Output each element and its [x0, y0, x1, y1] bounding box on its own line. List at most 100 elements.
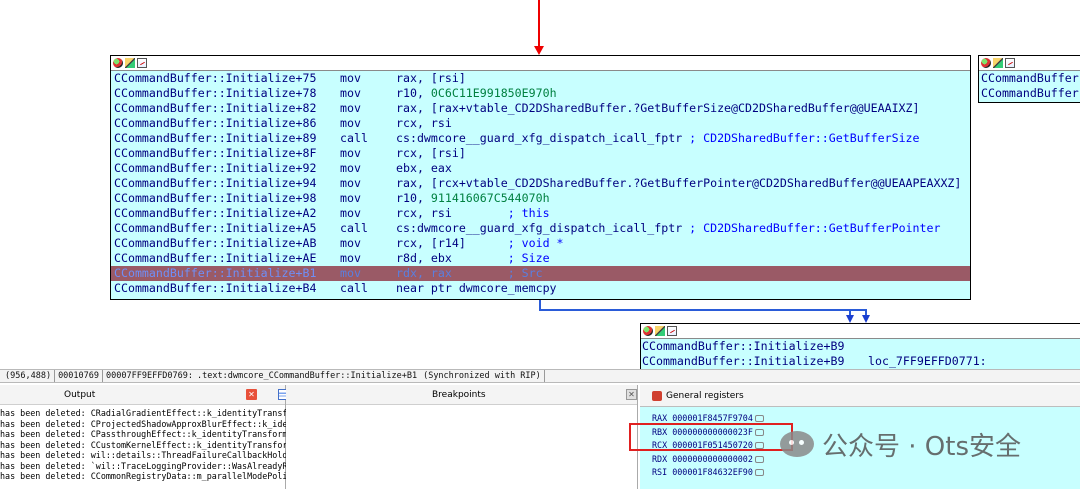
operand-text: rcx, [rsi]: [396, 146, 466, 160]
instruction-operands: r10, 0C6C11E991850E970h: [396, 86, 557, 101]
instruction-row[interactable]: CCommandBuffer::Initialize+A5 call cs:dwmc…: [111, 221, 970, 236]
instruction-address: CCommandBuffer::Initialize+98: [114, 191, 317, 205]
graph-overview-icon[interactable]: [137, 58, 147, 68]
instruction-address: CCommandBuffer::Initialize+94: [114, 176, 317, 190]
instruction-operands: rcx, [rsi]: [396, 146, 466, 161]
flow-arrow-blue-head: [862, 315, 870, 323]
flow-arrow-red-head: [534, 46, 544, 55]
instruction-row[interactable]: CCommandBuffer::Initialize+B4 call near pt…: [111, 281, 970, 296]
color-icon[interactable]: [113, 58, 123, 68]
instruction-row[interactable]: CCommandBuffer::Initialize+78 mov r10, 0C6…: [111, 86, 970, 101]
instruction-row[interactable]: CCommandBuffer::Initialize+75 mov rax, [rs…: [111, 71, 970, 86]
output-panel[interactable]: Output ✕ has been deleted: CRadialGradie…: [0, 385, 504, 489]
operand-text: r8d, ebx: [396, 251, 508, 265]
block-header: [979, 56, 1080, 71]
instruction-address: CCommandBuffer::Initialize+B1: [114, 266, 317, 280]
rename-icon[interactable]: [125, 58, 135, 68]
output-line: has been deleted: CCustomKernelEffect::k…: [0, 439, 293, 450]
output-line: has been deleted: CRadialGradientEffect:…: [0, 408, 303, 418]
breakpoints-panel-header: Breakpoints ✕: [286, 385, 637, 405]
instruction-mnemonic: call: [340, 221, 368, 235]
instruction-address: CCommandBuffer::Initialize+AE: [114, 251, 317, 265]
operand-text: near ptr dwmcore_memcpy: [396, 281, 557, 295]
code-block-lower[interactable]: CCommandBuffer::Initialize+B9 CCommandBu…: [640, 323, 1080, 369]
instruction-row[interactable]: CCommandBuffer::Initialize+82 mov rax, [ra…: [111, 101, 970, 116]
operand-text: cs:dwmcore__guard_xfg_dispatch_icall_fpt…: [396, 131, 690, 145]
graph-view[interactable]: CCommandBuffer::Initialize+75 mov rax, [rs…: [0, 0, 1080, 369]
register-value[interactable]: 0000000000000002: [672, 454, 753, 464]
instruction-mnemonic: mov: [340, 236, 361, 250]
registers-title: General registers: [666, 391, 744, 401]
operand-text: rax, [rcx+vtable_CD2DSharedBuffer.?GetBu…: [396, 176, 962, 190]
instruction-row[interactable]: CCommandBuffer::Initialize+8F mov rcx, [rs…: [111, 146, 970, 161]
instruction-row[interactable]: CCommandBuffer::Initialize+B9 loc_7FF9EF…: [641, 354, 1080, 369]
operand-text: cs:dwmcore__guard_xfg_dispatch_icall_fpt…: [396, 221, 690, 235]
instruction-row[interactable]: CCommandBuffer::Initialize+AE mov r8d, ebx…: [111, 251, 970, 266]
instruction-operands: rcx, rsi ; this: [396, 206, 550, 221]
operand-text: rcx, rsi: [396, 116, 452, 130]
instruction-operands: ebx, eax: [396, 161, 452, 176]
code-block-right[interactable]: CCommandBuffer CCommandBuffer: [978, 55, 1080, 103]
instruction-address: CCommandBuffer::Initialize+AB: [114, 236, 317, 250]
register-value[interactable]: 000001F8457F9704: [672, 413, 753, 423]
close-icon[interactable]: ✕: [626, 389, 637, 400]
instruction-operands: near ptr dwmcore_memcpy: [396, 281, 557, 296]
instruction-comment: ; this: [507, 206, 550, 220]
instruction-row[interactable]: CCommandBuffer::Initialize+B9: [641, 339, 1080, 354]
instruction-row[interactable]: CCommandBuffer: [979, 71, 1080, 86]
breakpoints-title: Breakpoints: [432, 390, 486, 400]
graph-overview-icon[interactable]: [1005, 58, 1015, 68]
operand-text: rcx, [r14]: [396, 236, 508, 250]
instruction-row[interactable]: CCommandBuffer::Initialize+A2 mov rcx, rsi…: [111, 206, 970, 221]
instruction-row[interactable]: CCommandBuffer::Initialize+86 mov rcx, rsi: [111, 116, 970, 131]
status-location: .text:dwmcore_CCommandBuffer::Initialize…: [197, 371, 418, 381]
instruction-address: CCommandBuffer::Initialize+82: [114, 101, 317, 115]
jump-to-address-icon[interactable]: [754, 415, 764, 422]
operand-text: ebx, eax: [396, 161, 452, 175]
rename-icon[interactable]: [993, 58, 1003, 68]
instruction-operands: rax, [rsi]: [396, 71, 466, 86]
status-bar: (956,488) 00010769 00007FF9EFFD0769: .text:…: [0, 369, 1080, 383]
operand-text: rax, [rax+vtable_CD2DSharedBuffer.?GetBu…: [396, 101, 920, 115]
status-offset: 00010769: [55, 370, 104, 382]
operand-text: rax, [rsi]: [396, 71, 466, 85]
watermark: 公众号 · Ots安全: [780, 428, 1021, 462]
output-panel-header: Output ✕: [0, 385, 290, 405]
output-line: has been deleted: wil::details::ThreadFa…: [0, 450, 374, 460]
jump-to-address-icon[interactable]: [754, 469, 764, 476]
block-header: [111, 56, 970, 71]
instruction-row[interactable]: CCommandBuffer::Initialize+89 call cs:dwmc…: [111, 131, 970, 146]
register-name: RDX: [652, 453, 668, 464]
instruction-address: CCommandBuffer::Initialize+92: [114, 161, 317, 175]
wechat-logo-icon: [780, 431, 814, 457]
graph-overview-icon[interactable]: [667, 326, 677, 336]
register-row[interactable]: RSI 000001F84632EF90: [640, 466, 1080, 480]
instruction-operands: cs:dwmcore__guard_xfg_dispatch_icall_fpt…: [396, 221, 940, 236]
status-address: 00007FF9EFFD0769:: [106, 371, 194, 381]
instruction-row[interactable]: CCommandBuffer::Initialize+94 mov rax, [rc…: [111, 176, 970, 191]
instruction-row[interactable]: CCommandBuffer::Initialize+AB mov rcx, [r1…: [111, 236, 970, 251]
status-sync: (Synchronized with RIP): [420, 370, 545, 382]
status-coords: (956,488): [2, 370, 56, 382]
register-value[interactable]: 000001F84632EF90: [672, 467, 753, 477]
jump-to-address-icon[interactable]: [754, 455, 764, 463]
instruction-mnemonic: mov: [340, 191, 361, 205]
color-icon[interactable]: [981, 58, 991, 68]
color-icon[interactable]: [643, 326, 653, 336]
instruction-row-selected[interactable]: CCommandBuffer::Initialize+B1 mov rdx, rax…: [111, 266, 970, 281]
rename-icon[interactable]: [655, 326, 665, 336]
instruction-operands: rcx, rsi: [396, 116, 452, 131]
flow-arrow-blue-head: [846, 315, 854, 323]
flow-arrow-red: [538, 0, 540, 50]
instruction-operands: r8d, ebx ; Size: [396, 251, 550, 266]
instruction-row[interactable]: CCommandBuffer: [979, 86, 1080, 101]
operand-text: r10,: [396, 191, 431, 205]
breakpoints-panel[interactable]: Breakpoints ✕: [286, 385, 638, 489]
instruction-row[interactable]: CCommandBuffer::Initialize+98 mov r10, 911…: [111, 191, 970, 206]
instruction-address: CCommandBuffer::Initialize+8F: [114, 146, 317, 160]
code-block-main[interactable]: CCommandBuffer::Initialize+75 mov rax, [rs…: [110, 55, 971, 300]
instruction-mnemonic: mov: [340, 266, 361, 280]
instruction-row[interactable]: CCommandBuffer::Initialize+92 mov ebx, eax: [111, 161, 970, 176]
close-icon[interactable]: ✕: [246, 389, 257, 400]
instruction-comment: ; CD2DSharedBuffer::GetBufferPointer: [689, 221, 941, 235]
